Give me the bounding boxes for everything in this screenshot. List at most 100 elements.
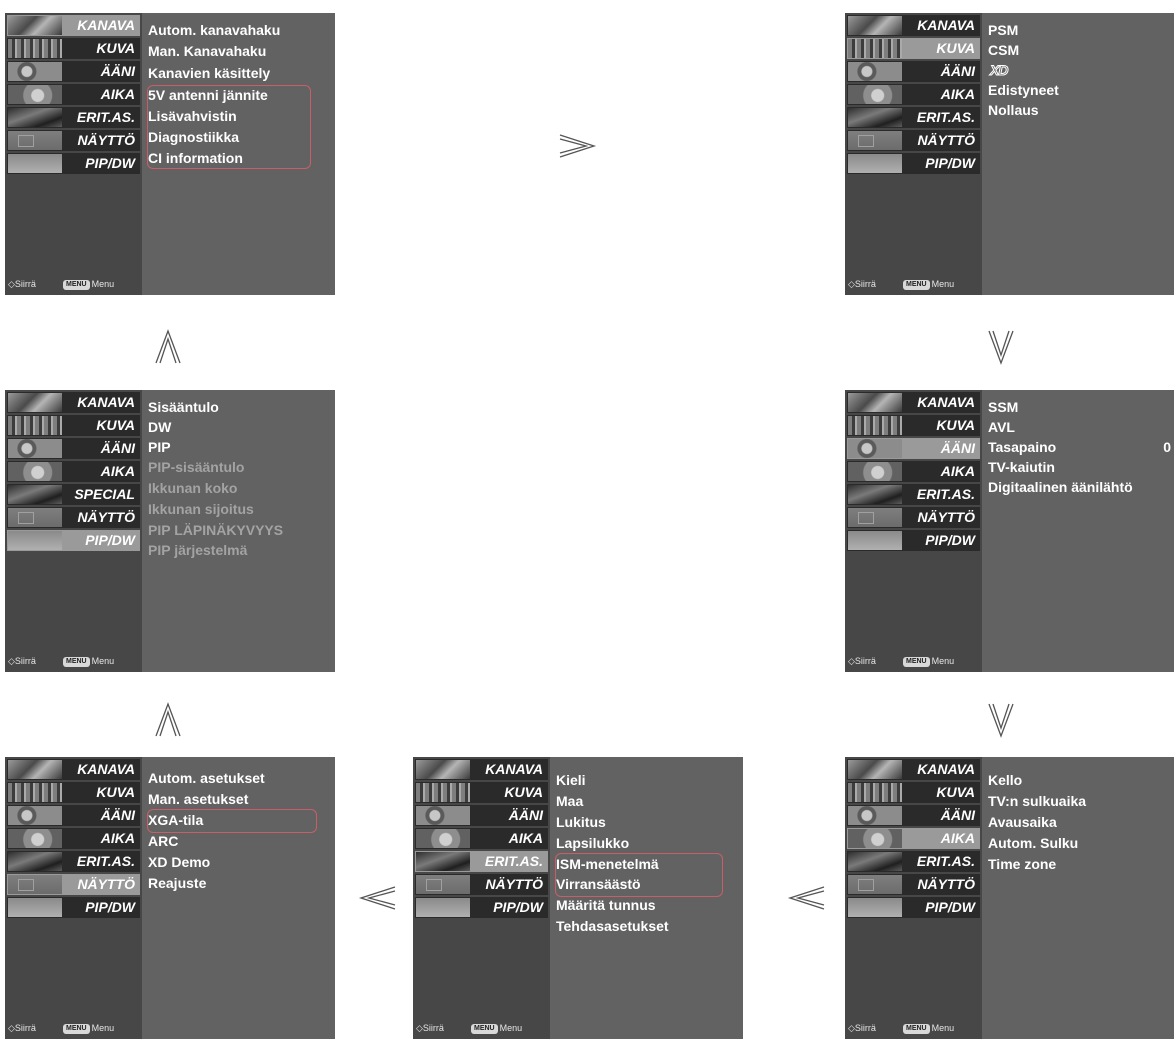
menu-item[interactable]: TV-kaiutin xyxy=(988,457,1055,477)
menu-item[interactable]: Sisääntulo xyxy=(148,397,219,417)
sidebar-item-pip[interactable]: PIP/DW xyxy=(7,530,140,551)
osd-sidebar: KANAVA KUVA ÄÄNI AIKA ERIT.AS. NÄYTTÖ PI… xyxy=(845,390,982,672)
sidebar-item-aani[interactable]: ÄÄNI xyxy=(7,438,140,459)
sidebar-item-kanava[interactable]: KANAVA xyxy=(847,15,980,36)
menu-item[interactable]: PIP xyxy=(148,437,171,457)
sidebar-item-aika[interactable]: AIKA xyxy=(7,828,140,849)
menu-item[interactable]: Digitaalinen äänilähtö xyxy=(988,477,1133,497)
sidebar-item-aika[interactable]: AIKA xyxy=(7,84,140,105)
sidebar-item-naytto[interactable]: NÄYTTÖ xyxy=(847,507,980,528)
menu-item[interactable]: CI information xyxy=(148,148,243,168)
sidebar-item-kanava[interactable]: KANAVA xyxy=(415,759,548,780)
menu-item[interactable]: 5V antenni jännite xyxy=(148,85,268,105)
menu-item[interactable]: Ikkunan sijoitus xyxy=(148,499,254,519)
menu-item[interactable]: Autom. asetukset xyxy=(148,768,265,788)
sidebar-item-aika[interactable]: AIKA xyxy=(415,828,548,849)
sidebar-item-naytto[interactable]: NÄYTTÖ xyxy=(415,874,548,895)
menu-item[interactable]: Ikkunan koko xyxy=(148,478,237,498)
menu-item[interactable]: Lapsilukko xyxy=(556,833,629,853)
sidebar-item-special[interactable]: SPECIAL xyxy=(7,484,140,505)
pip-thumb-icon xyxy=(848,898,902,917)
move-hint: ◇Siirrä xyxy=(848,279,876,289)
sidebar-item-pip[interactable]: PIP/DW xyxy=(7,153,140,174)
menu-item[interactable]: Kello xyxy=(988,770,1022,790)
sidebar-item-kuva[interactable]: KUVA xyxy=(415,782,548,803)
sidebar-item-aani[interactable]: ÄÄNI xyxy=(847,61,980,82)
menu-item[interactable]: Man. asetukset xyxy=(148,789,248,809)
menu-item[interactable]: SSM xyxy=(988,397,1018,417)
sidebar-item-erit[interactable]: ERIT.AS. xyxy=(7,107,140,128)
menu-item[interactable]: Autom. Sulku xyxy=(988,833,1078,853)
sidebar-item-naytto[interactable]: NÄYTTÖ xyxy=(847,130,980,151)
osd-aani-menu: KANAVA KUVA ÄÄNI AIKA ERIT.AS. NÄYTTÖ PI… xyxy=(845,390,1174,672)
menu-item[interactable]: PIP järjestelmä xyxy=(148,540,247,560)
osd-erit-menu: KANAVA KUVA ÄÄNI AIKA ERIT.AS. NÄYTTÖ PI… xyxy=(413,757,743,1039)
menu-item[interactable]: AVL xyxy=(988,417,1015,437)
menu-item[interactable]: Kanavien käsittely xyxy=(148,63,270,83)
sidebar-item-aika[interactable]: AIKA xyxy=(847,84,980,105)
sidebar-item-naytto[interactable]: NÄYTTÖ xyxy=(7,874,140,895)
menu-item[interactable]: Reajuste xyxy=(148,873,206,893)
menu-item[interactable]: ISM-menetelmä xyxy=(556,854,659,874)
menu-item[interactable]: Diagnostiikka xyxy=(148,127,239,147)
sidebar-item-erit[interactable]: ERIT.AS. xyxy=(415,851,548,872)
sidebar-item-pip[interactable]: PIP/DW xyxy=(847,153,980,174)
menu-item[interactable]: PIP-sisääntulo xyxy=(148,457,244,477)
menu-item[interactable]: ARC xyxy=(148,831,178,851)
menu-item[interactable]: Lisävahvistin xyxy=(148,106,237,126)
sidebar-item-aani[interactable]: ÄÄNI xyxy=(7,805,140,826)
sidebar-item-kanava[interactable]: KANAVA xyxy=(7,759,140,780)
menu-item[interactable]: Lukitus xyxy=(556,812,606,832)
sidebar-item-erit[interactable]: ERIT.AS. xyxy=(7,851,140,872)
erit-thumb-icon xyxy=(8,108,62,127)
menu-item[interactable]: Määritä tunnus xyxy=(556,895,656,915)
sidebar-item-kuva[interactable]: KUVA xyxy=(7,782,140,803)
sidebar-item-aika[interactable]: AIKA xyxy=(847,828,980,849)
menu-item[interactable]: TV:n sulkuaika xyxy=(988,791,1086,811)
menu-item[interactable]: XGA-tila xyxy=(148,810,203,830)
menu-item[interactable]: Man. Kanavahaku xyxy=(148,41,266,61)
sidebar-item-naytto[interactable]: NÄYTTÖ xyxy=(847,874,980,895)
menu-item[interactable]: PSM xyxy=(988,20,1018,40)
menu-item[interactable]: Nollaus xyxy=(988,100,1039,120)
menu-item[interactable]: CSM xyxy=(988,40,1019,60)
menu-item[interactable]: Tehdasasetukset xyxy=(556,916,669,936)
sidebar-item-kanava[interactable]: KANAVA xyxy=(847,392,980,413)
menu-item[interactable]: Edistyneet xyxy=(988,80,1059,100)
sidebar-item-aika[interactable]: AIKA xyxy=(847,461,980,482)
sidebar-item-kanava[interactable]: KANAVA xyxy=(847,759,980,780)
sidebar-item-kuva[interactable]: KUVA xyxy=(847,415,980,436)
sidebar-item-kuva[interactable]: KUVA xyxy=(847,38,980,59)
sidebar-item-aani[interactable]: ÄÄNI xyxy=(7,61,140,82)
menu-item[interactable]: Virransäästö xyxy=(556,874,641,894)
sidebar-item-naytto[interactable]: NÄYTTÖ xyxy=(7,507,140,528)
sidebar-item-kanava[interactable]: KANAVA xyxy=(7,392,140,413)
sidebar-item-aani[interactable]: ÄÄNI xyxy=(415,805,548,826)
menu-item[interactable]: DW xyxy=(148,417,171,437)
sidebar-item-naytto[interactable]: NÄYTTÖ xyxy=(7,130,140,151)
sidebar-item-pip[interactable]: PIP/DW xyxy=(847,897,980,918)
sidebar-item-kanava[interactable]: KANAVA xyxy=(7,15,140,36)
menu-item[interactable]: XD Demo xyxy=(148,852,210,872)
sidebar-item-kuva[interactable]: KUVA xyxy=(7,415,140,436)
menu-item[interactable]: Maa xyxy=(556,791,583,811)
xd-logo-item[interactable]: XD xyxy=(989,60,1009,80)
sidebar-item-kuva[interactable]: KUVA xyxy=(7,38,140,59)
sidebar-item-aani[interactable]: ÄÄNI xyxy=(847,805,980,826)
menu-item[interactable]: Avausaika xyxy=(988,812,1057,832)
sidebar-item-pip[interactable]: PIP/DW xyxy=(847,530,980,551)
sidebar-item-pip[interactable]: PIP/DW xyxy=(415,897,548,918)
sidebar-item-kuva[interactable]: KUVA xyxy=(847,782,980,803)
menu-item[interactable]: Kieli xyxy=(556,770,586,790)
menu-item[interactable]: Autom. kanavahaku xyxy=(148,20,280,40)
sidebar-item-erit[interactable]: ERIT.AS. xyxy=(847,851,980,872)
menu-item[interactable]: Tasapaino xyxy=(988,437,1056,457)
menu-item[interactable]: Time zone xyxy=(988,854,1056,874)
sidebar-item-aani[interactable]: ÄÄNI xyxy=(847,438,980,459)
sidebar-item-pip[interactable]: PIP/DW xyxy=(7,897,140,918)
sidebar-item-erit[interactable]: ERIT.AS. xyxy=(847,107,980,128)
sidebar-item-aika[interactable]: AIKA xyxy=(7,461,140,482)
sidebar-item-erit[interactable]: ERIT.AS. xyxy=(847,484,980,505)
naytto-thumb-icon xyxy=(848,508,902,527)
menu-item[interactable]: PIP LÄPINÄKYVYYS xyxy=(148,520,283,540)
